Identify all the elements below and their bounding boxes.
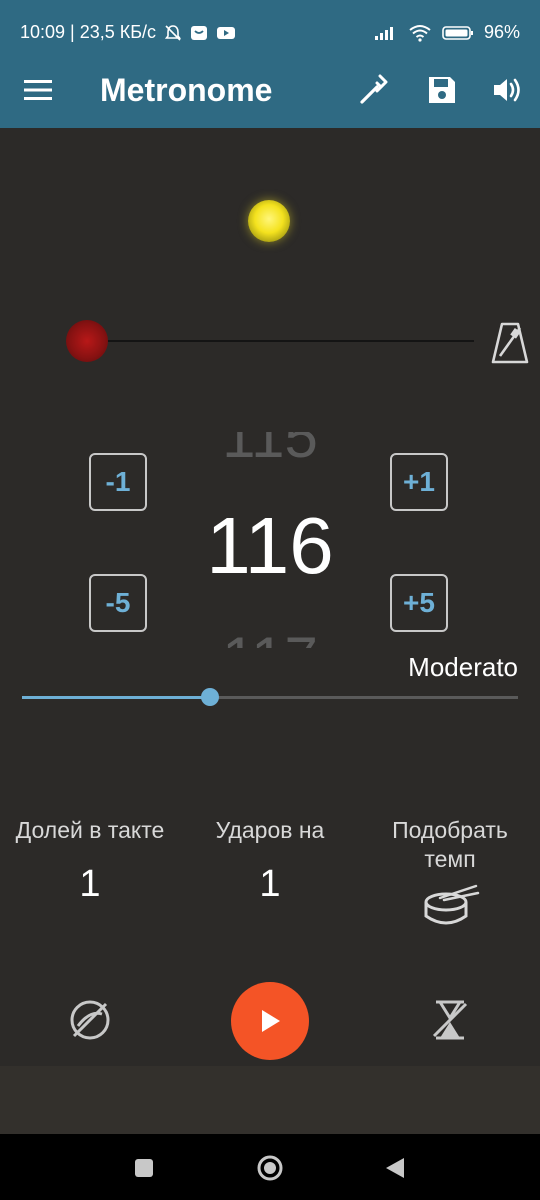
tempo-slider-thumb[interactable] bbox=[201, 688, 220, 706]
drum-icon bbox=[424, 884, 480, 925]
clicks-per-beat-label: Ударов на bbox=[215, 817, 325, 843]
status-time-speed: 10:09 | 23,5 КБ/с bbox=[20, 22, 157, 42]
back-icon[interactable] bbox=[384, 1156, 406, 1180]
recent-apps-icon[interactable] bbox=[134, 1158, 154, 1178]
metronome-icon[interactable] bbox=[490, 320, 530, 366]
wifi-icon bbox=[409, 24, 431, 42]
beat-indicator-light bbox=[248, 200, 290, 242]
plus-1-button[interactable]: +1 bbox=[390, 453, 448, 511]
save-icon[interactable] bbox=[424, 72, 460, 108]
system-nav-bar bbox=[0, 1134, 540, 1200]
beats-per-bar-label: Долей в такте bbox=[15, 817, 165, 843]
clicks-per-beat[interactable]: Ударов на 1 bbox=[180, 816, 360, 906]
bell-off-icon bbox=[164, 24, 182, 41]
play-icon bbox=[262, 1010, 280, 1032]
menu-icon[interactable] bbox=[24, 78, 52, 102]
home-icon[interactable] bbox=[256, 1154, 284, 1182]
beats-per-bar-value: 1 bbox=[79, 863, 101, 905]
tuning-fork-icon[interactable] bbox=[356, 72, 392, 108]
pendulum-ball bbox=[66, 320, 108, 362]
bpm-previous-value[interactable]: 115 bbox=[170, 432, 370, 468]
youtube-icon bbox=[217, 26, 236, 39]
volume-icon[interactable] bbox=[490, 72, 526, 108]
timer-off-icon[interactable] bbox=[426, 996, 474, 1044]
battery-icon bbox=[442, 25, 473, 40]
bpm-current-value[interactable]: 116 bbox=[170, 500, 370, 592]
bpm-next-value[interactable]: 117 bbox=[170, 622, 370, 648]
battery-percent: 96% bbox=[483, 22, 520, 42]
minus-5-button[interactable]: -5 bbox=[89, 574, 147, 632]
mail-icon bbox=[191, 25, 208, 40]
bottom-panel bbox=[0, 1066, 540, 1134]
minus-1-button[interactable]: -1 bbox=[89, 453, 147, 511]
tap-tempo[interactable]: Подобрать темп bbox=[360, 816, 540, 935]
signal-icon bbox=[374, 26, 393, 40]
plus-5-button[interactable]: +5 bbox=[390, 574, 448, 632]
play-button[interactable] bbox=[231, 982, 309, 1060]
tap-tempo-label: Подобрать темп bbox=[392, 817, 508, 872]
tempo-marking: Moderato bbox=[408, 652, 518, 682]
beats-per-bar[interactable]: Долей в такте 1 bbox=[0, 816, 180, 906]
tempo-slider-fill bbox=[22, 696, 211, 699]
app-toolbar: Metronome bbox=[0, 52, 540, 128]
pendulum-track bbox=[88, 340, 474, 342]
status-bar: 10:09 | 23,5 КБ/с 96% bbox=[0, 0, 540, 52]
accent-off-icon[interactable] bbox=[66, 996, 114, 1044]
clicks-per-beat-value: 1 bbox=[259, 863, 281, 905]
app-title: Metronome bbox=[100, 72, 273, 108]
